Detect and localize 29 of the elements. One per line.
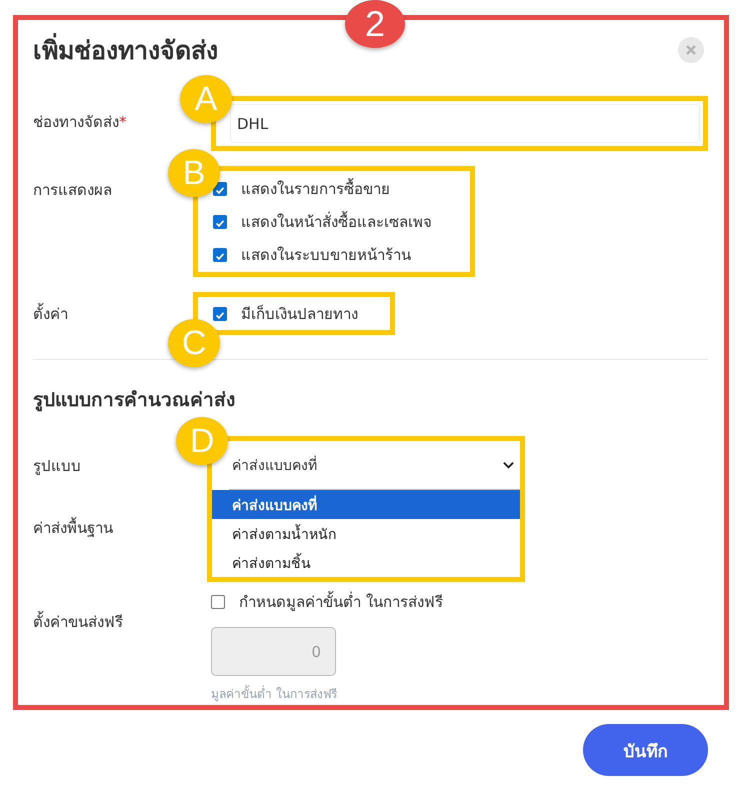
chevron-down-icon	[503, 461, 514, 469]
field-label: รูปแบบ	[33, 456, 82, 477]
field-label: การแสดงผล	[33, 180, 113, 201]
annotation-badge: C	[168, 319, 220, 367]
dropdown-option[interactable]: ค่าส่งตามน้ำหนัก	[212, 519, 520, 548]
checkbox-label: แสดงในระบบขายหน้าร้าน	[241, 244, 411, 266]
checkbox-label: แสดงในหน้าสั่งซื้อและเซลเพจ	[241, 210, 432, 232]
field-label: ตั้งค่า	[33, 302, 69, 325]
dialog-title: เพิ่มช่องทางจัดส่ง	[33, 30, 218, 70]
checkbox[interactable]	[213, 306, 227, 320]
checkbox-label: กำหนดมูลค่าขั้นต่ำ ในการส่งฟรี	[239, 590, 443, 613]
checkbox-label: มีเก็บเงินปลายทาง	[241, 304, 358, 324]
checkbox[interactable]	[213, 214, 227, 228]
field-label: ค่าส่งพื้นฐาน	[33, 516, 114, 539]
save-button[interactable]: บันทึก	[583, 724, 708, 776]
annotation-badge: D	[176, 417, 228, 465]
dropdown-option[interactable]: ค่าส่งตามชิ้น	[212, 548, 520, 577]
dropdown-option[interactable]: ค่าส่งแบบคงที่	[212, 490, 520, 519]
field-hint: มูลค่าขั้นต่ำ ในการส่งฟรี	[211, 684, 337, 703]
field-label: ช่องทางจัดส่ง*	[33, 112, 128, 133]
annotation-badge: 2	[345, 0, 405, 48]
annotation-badge: A	[180, 75, 232, 123]
input-field[interactable]: DHL	[230, 104, 700, 143]
checkbox-label: แสดงในรายการซื้อขาย	[241, 177, 390, 200]
checkbox[interactable]	[213, 248, 227, 262]
field-label: ตั้งค่าขนส่งฟรี	[33, 610, 124, 633]
section-title: รูปแบบการคำนวณค่าส่ง	[33, 388, 236, 414]
checkbox[interactable]	[211, 594, 225, 608]
annotation-badge: B	[168, 149, 220, 197]
